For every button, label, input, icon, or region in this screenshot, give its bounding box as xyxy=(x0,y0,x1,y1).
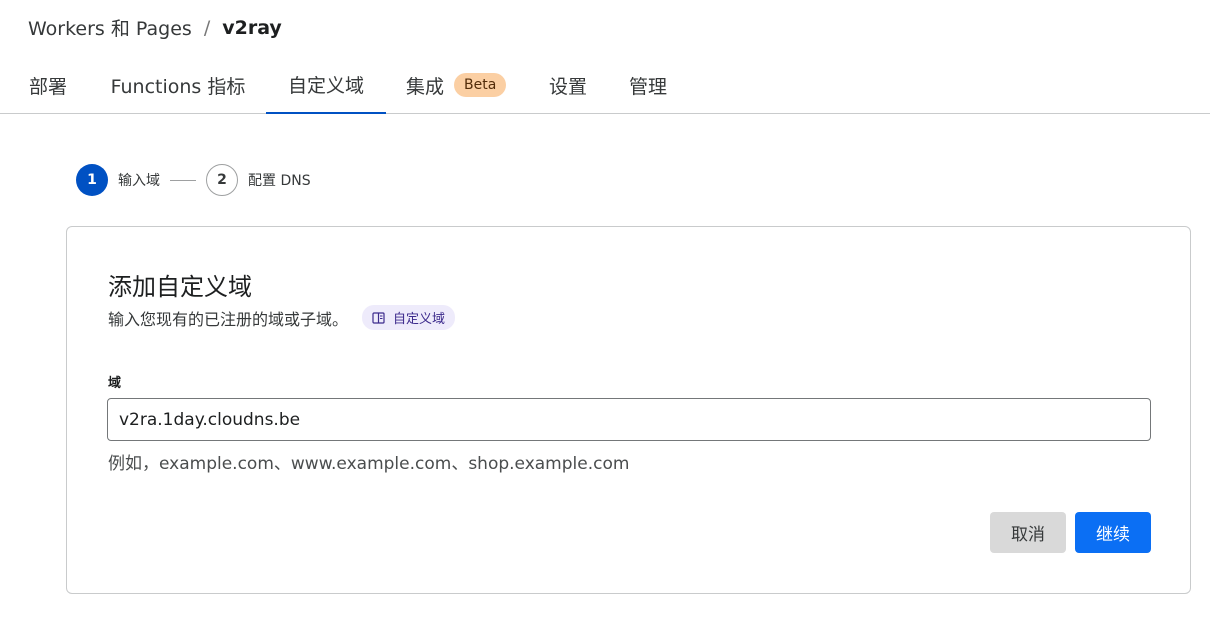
card-subtitle-row: 输入您现有的已注册的域或子域。 自定义域 xyxy=(108,305,456,330)
beta-badge: Beta xyxy=(454,73,507,97)
tab-custom-domains[interactable]: 自定义域 xyxy=(266,56,386,114)
domain-input[interactable] xyxy=(107,398,1151,441)
tab-functions-metrics[interactable]: Functions 指标 xyxy=(108,56,248,114)
breadcrumb-current: v2ray xyxy=(222,16,282,39)
step-2-label: 配置 DNS xyxy=(248,173,311,189)
domain-help-text: 例如，example.com、www.example.com、shop.exam… xyxy=(108,454,630,474)
tab-bar: 部署 Functions 指标 自定义域 集成 Beta 设置 管理 xyxy=(0,56,1210,114)
tab-label: 管理 xyxy=(628,75,667,98)
breadcrumb-separator: / xyxy=(203,16,211,39)
tab-label: 部署 xyxy=(28,75,67,98)
tab-deployments[interactable]: 部署 xyxy=(28,56,68,114)
tab-label: 设置 xyxy=(548,75,587,98)
tab-settings[interactable]: 设置 xyxy=(548,56,588,114)
docs-link-label: 自定义域 xyxy=(393,312,446,327)
tab-label: 自定义域 xyxy=(287,74,364,97)
continue-button[interactable]: 继续 xyxy=(1075,512,1151,553)
custom-domain-docs-link[interactable]: 自定义域 xyxy=(362,305,456,330)
step-2-indicator: 2 xyxy=(206,164,238,196)
step-connector xyxy=(170,179,196,181)
step-1-label: 输入域 xyxy=(118,173,160,189)
domain-field-label: 域 xyxy=(108,376,122,391)
stepper: 1 输入域 2 配置 DNS xyxy=(76,164,311,196)
card-subtitle: 输入您现有的已注册的域或子域。 xyxy=(108,309,349,329)
tab-label: 集成 xyxy=(406,75,445,98)
card-title: 添加自定义域 xyxy=(108,273,252,301)
cancel-button[interactable]: 取消 xyxy=(990,512,1066,553)
tab-manage[interactable]: 管理 xyxy=(628,56,668,114)
breadcrumb: Workers 和 Pages / v2ray xyxy=(28,14,282,41)
add-custom-domain-card: 添加自定义域 输入您现有的已注册的域或子域。 自定义域 域 例如，example… xyxy=(66,226,1191,594)
step-1-indicator: 1 xyxy=(76,164,108,196)
tab-label: Functions 指标 xyxy=(110,75,246,98)
breadcrumb-parent-link[interactable]: Workers 和 Pages xyxy=(28,14,192,41)
book-icon xyxy=(372,311,385,324)
tab-integrations[interactable]: 集成 Beta xyxy=(406,56,510,114)
